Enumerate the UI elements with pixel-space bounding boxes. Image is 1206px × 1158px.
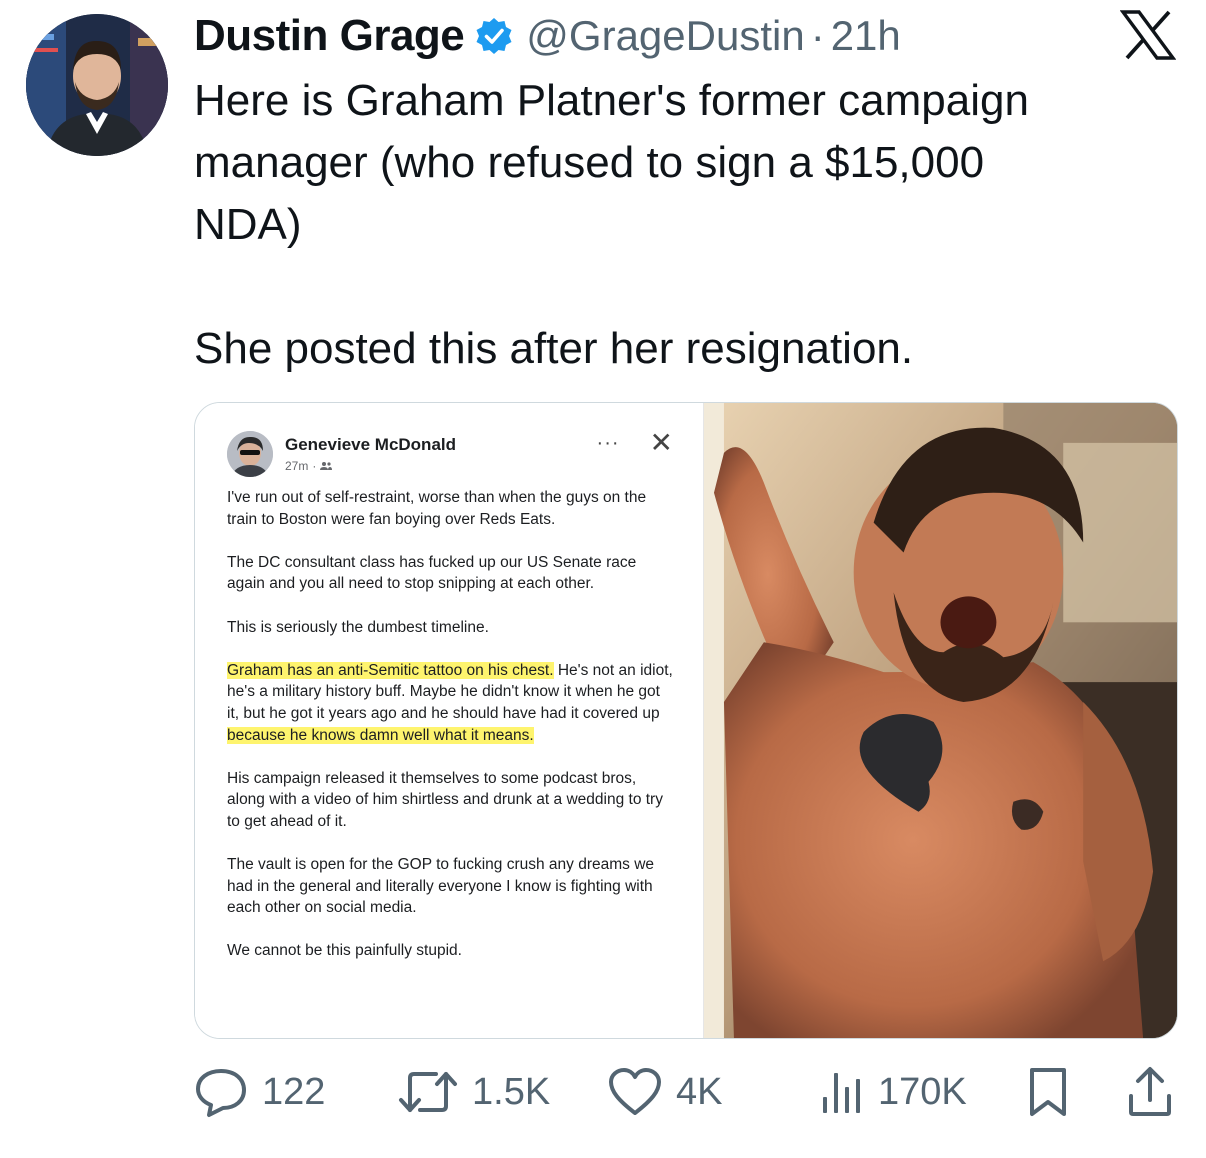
tweet-paragraph-2: She posted this after her resignation. [194, 324, 914, 373]
more-options-icon: ··· [596, 432, 620, 454]
verified-badge-icon [474, 16, 514, 56]
views-count: 170K [878, 1070, 967, 1113]
x-logo-icon [1120, 10, 1176, 60]
views-button[interactable]: 170K [820, 1062, 967, 1122]
reply-icon [196, 1069, 246, 1117]
embedded-post-screenshot: Genevieve McDonald 27m · ··· ✕ I've run … [195, 403, 704, 1038]
author-handle[interactable]: @GrageDustin [526, 12, 804, 60]
embedded-paragraph: The vault is open for the GOP to fucking… [227, 856, 655, 917]
highlighted-text: because he knows damn well what it means… [227, 726, 534, 744]
close-icon: ✕ [649, 427, 673, 458]
friends-icon [320, 462, 333, 470]
embedded-paragraph: We cannot be this painfully stupid. [227, 942, 462, 960]
reply-count: 122 [262, 1070, 326, 1113]
highlighted-text: Graham has an anti-Semitic tattoo on his… [227, 661, 554, 679]
like-button[interactable]: 4K [608, 1062, 722, 1122]
repost-count: 1.5K [472, 1070, 551, 1113]
tweet-paragraph-1: Here is Graham Platner's former campaign… [194, 76, 1029, 249]
repost-button[interactable]: 1.5K [398, 1062, 550, 1122]
tweet-actions: 122 1.5K 4K 170K [194, 1062, 1178, 1122]
separator-dot: · [810, 12, 825, 59]
embedded-post-body: I've run out of self-restraint, worse th… [227, 487, 675, 962]
tweet-text: Here is Graham Platner's former campaign… [194, 70, 1174, 380]
embedded-post-time: 27m [285, 459, 309, 473]
embedded-paragraph: The DC consultant class has fucked up ou… [227, 553, 637, 593]
views-icon [823, 1073, 860, 1113]
tweet-media[interactable]: Genevieve McDonald 27m · ··· ✕ I've run … [194, 402, 1178, 1039]
post-time[interactable]: 21h [831, 12, 901, 60]
heart-icon [609, 1068, 661, 1115]
embedded-paragraph: Graham has an anti-Semitic tattoo on his… [227, 661, 673, 744]
embedded-post-header: Genevieve McDonald 27m · ··· ✕ [227, 427, 673, 483]
share-icon [1129, 1067, 1171, 1116]
repost-icon [399, 1072, 457, 1112]
shirtless-man-photo [704, 403, 1177, 1038]
bookmark-icon [1030, 1068, 1066, 1116]
tweet-header: Dustin Grage @GrageDustin · 21h [194, 10, 901, 62]
embedded-post-avatar [227, 431, 273, 477]
reply-button[interactable]: 122 [194, 1062, 325, 1122]
share-button[interactable] [1126, 1062, 1174, 1122]
like-count: 4K [676, 1070, 723, 1113]
embedded-post-author: Genevieve McDonald [285, 435, 457, 454]
embedded-paragraph: His campaign released it themselves to s… [227, 769, 663, 830]
author-avatar[interactable] [26, 14, 168, 156]
embedded-paragraph: I've run out of self-restraint, worse th… [227, 489, 647, 528]
author-name[interactable]: Dustin Grage [194, 11, 465, 61]
embedded-paragraph: This is seriously the dumbest timeline. [227, 618, 489, 636]
bookmark-button[interactable] [1026, 1062, 1070, 1122]
